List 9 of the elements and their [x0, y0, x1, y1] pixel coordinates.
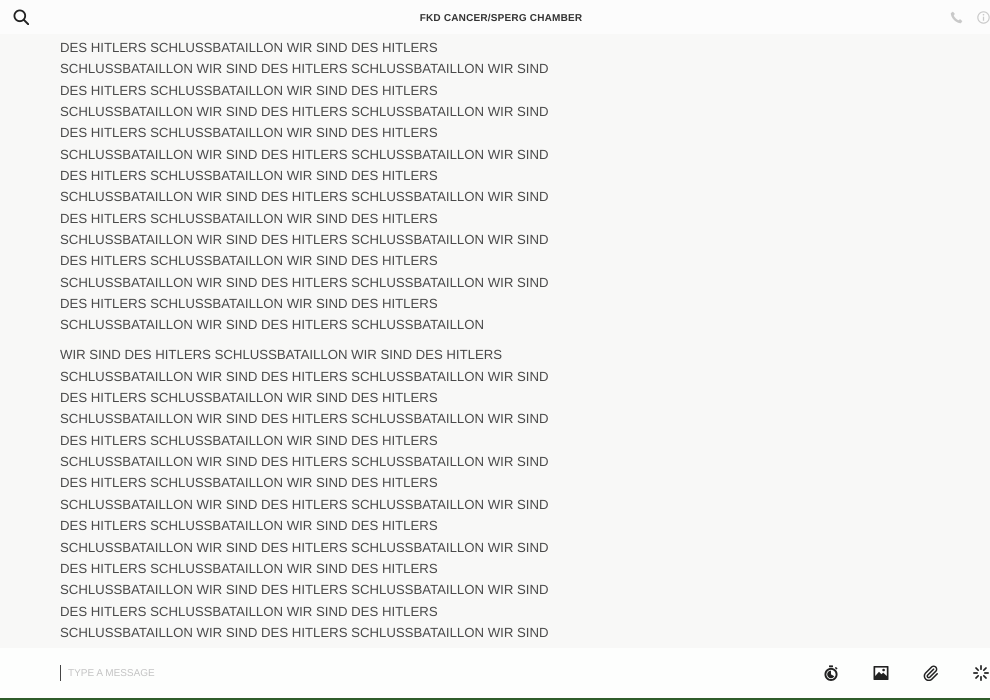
room-title: FKD CANCER/SPERG CHAMBER: [420, 13, 582, 24]
burst-icon[interactable]: [973, 665, 989, 681]
search-icon[interactable]: [13, 9, 29, 25]
message-text: WIR SIND DES HITLERS SCHLUSSBATAILLON WIR SIND DES HITLERS SCHLUSSBATAILLON WIR SIND DES HITLERS SCHLUSSBATAILLON WIR SIND DES HITLERS SCHLUSSBATAILLON WIR SIND DES HITLERS SCHLUSSBATAILLON WIR SIND DES HITLERS SCHLUSSBATAILLON WIR SIND DES HITLERS SCHLUSSBATAILLON WIR SIND DES HITLERS SCHLUSSBATAILLON WIR SIND DES HITLERS SCHLUSSBATAILLON WIR SIND DES HITLERS SCHLUSSBATAILLON WIR SIND DES HITLERS SCHLUSSBATAILLON WIR SIND DES HITLERS SCHLUSSBATAILLON WIR SIND DES HITLERS SCHLUSSBATAILLON WIR SIND DES HITLERS SCHLUSSBATAILLON WIR SIND DES HITLERS SCHLUSSBATAILLON WIR SIND DES HITLERS SCHLUSSBATAILLON WIR SIND DES HITLERS SCHLUSSBATAILLON WIR SIND DES HITLERS SCHLUSSBATAILLON WIR SIND DES HITLERS SCHLUSSBATAILLON WIR SIND DES HITLERS SCHLUSSBATAILLON WIR SIND DES HITLERS SCHLUSSBATAILLON WIR SIND: [60, 346, 550, 642]
image-icon[interactable]: [873, 665, 889, 681]
message-field[interactable]: TYPE A MESSAGE: [60, 665, 360, 681]
stopwatch-icon[interactable]: [823, 665, 839, 681]
message-text: DES HITLERS SCHLUSSBATAILLON WIR SIND DES HITLERS SCHLUSSBATAILLON WIR SIND DES HITLERS SCHLUSSBATAILLON WIR SIND DES HITLERS SCHLUSSBATAILLON WIR SIND DES HITLERS SCHLUSSBATAILLON WIR SIND DES HITLERS SCHLUSSBATAILLON WIR SIND DES HITLERS SCHLUSSBATAILLON WIR SIND DES HITLERS SCHLUSSBATAILLON WIR SIND DES HITLERS SCHLUSSBATAILLON WIR SIND DES HITLERS SCHLUSSBATAILLON WIR SIND DES HITLERS SCHLUSSBATAILLON WIR SIND DES HITLERS SCHLUSSBATAILLON WIR SIND DES HITLERS SCHLUSSBATAILLON WIR SIND DES HITLERS SCHLUSSBATAILLON WIR SIND DES HITLERS SCHLUSSBATAILLON WIR SIND DES HITLERS SCHLUSSBATAILLON WIR SIND DES HITLERS SCHLUSSBATAILLON WIR SIND DES HITLERS SCHLUSSBATAILLON WIR SIND DES HITLERS SCHLUSSBATAILLON WIR SIND DES HITLERS SCHLUSSBATAILLON WIR SIND DES HITLERS SCHLUSSBATAILLON: [60, 39, 550, 334]
paperclip-icon[interactable]: [923, 665, 939, 681]
